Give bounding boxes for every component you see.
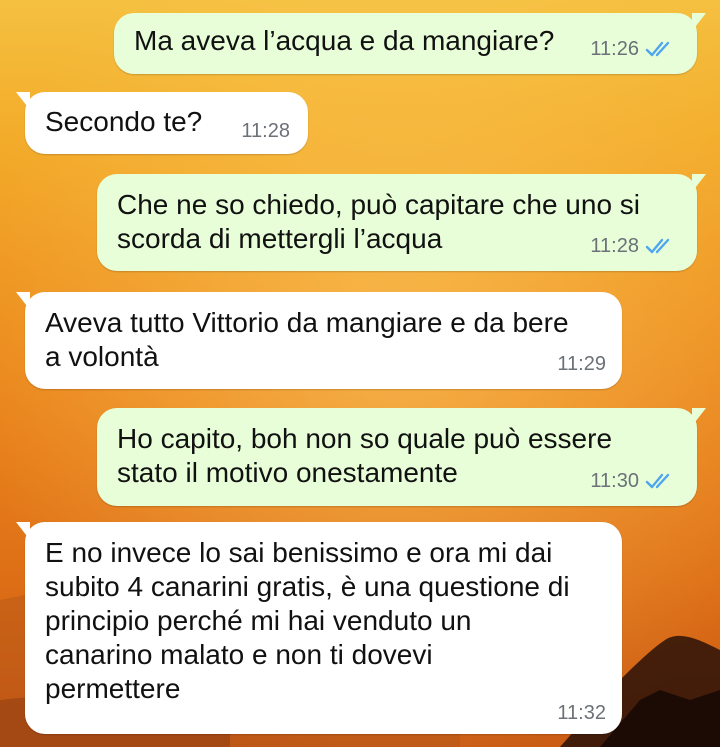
double-check-read-icon <box>645 41 670 57</box>
bubble-tail <box>16 92 30 110</box>
message-text: Ho capito, boh non so quale può essere s… <box>117 423 613 488</box>
message-meta: 11:26 <box>590 38 675 60</box>
message-text: Che ne so chiedo, può capitare che uno s… <box>117 189 641 254</box>
bubble-tail <box>692 174 706 192</box>
message-meta: 11:29 <box>557 353 606 375</box>
message-bubble-incoming[interactable]: E no invece lo sai benissimo e ora mi da… <box>16 522 622 734</box>
message-meta: 11:28 <box>590 235 675 257</box>
double-check-read-icon <box>645 238 670 254</box>
message-text: Ma aveva l’acqua e da mangiare? <box>134 25 555 56</box>
double-check-read-icon <box>645 473 670 489</box>
message-time: 11:32 <box>557 702 606 724</box>
bubble-tail <box>16 292 30 310</box>
message-time: 11:30 <box>590 470 639 492</box>
message-meta: 11:32 <box>557 702 606 724</box>
bubble-tail <box>16 522 30 540</box>
message-text: E no invece lo sai benissimo e ora mi da… <box>45 537 570 704</box>
message-bubble-outgoing[interactable]: Ma aveva l’acqua e da mangiare? 11:26 <box>114 13 706 74</box>
message-text: Aveva tutto Vittorio da mangiare e da be… <box>45 307 569 372</box>
bubble-tail <box>692 408 706 426</box>
message-bubble-incoming[interactable]: Aveva tutto Vittorio da mangiare e da be… <box>16 292 622 389</box>
message-meta: 11:28 <box>241 120 290 142</box>
message-text: Secondo te? <box>45 106 203 137</box>
message-time: 11:26 <box>590 38 639 60</box>
message-bubble-incoming[interactable]: Secondo te? 11:28 <box>16 92 308 154</box>
bubble-tail <box>692 13 706 31</box>
message-time: 11:28 <box>241 120 290 142</box>
message-bubble-outgoing[interactable]: Ho capito, boh non so quale può essere s… <box>97 408 706 506</box>
message-meta: 11:30 <box>590 470 675 492</box>
message-time: 11:28 <box>590 235 639 257</box>
message-time: 11:29 <box>557 353 606 375</box>
message-bubble-outgoing[interactable]: Che ne so chiedo, può capitare che uno s… <box>97 174 706 271</box>
